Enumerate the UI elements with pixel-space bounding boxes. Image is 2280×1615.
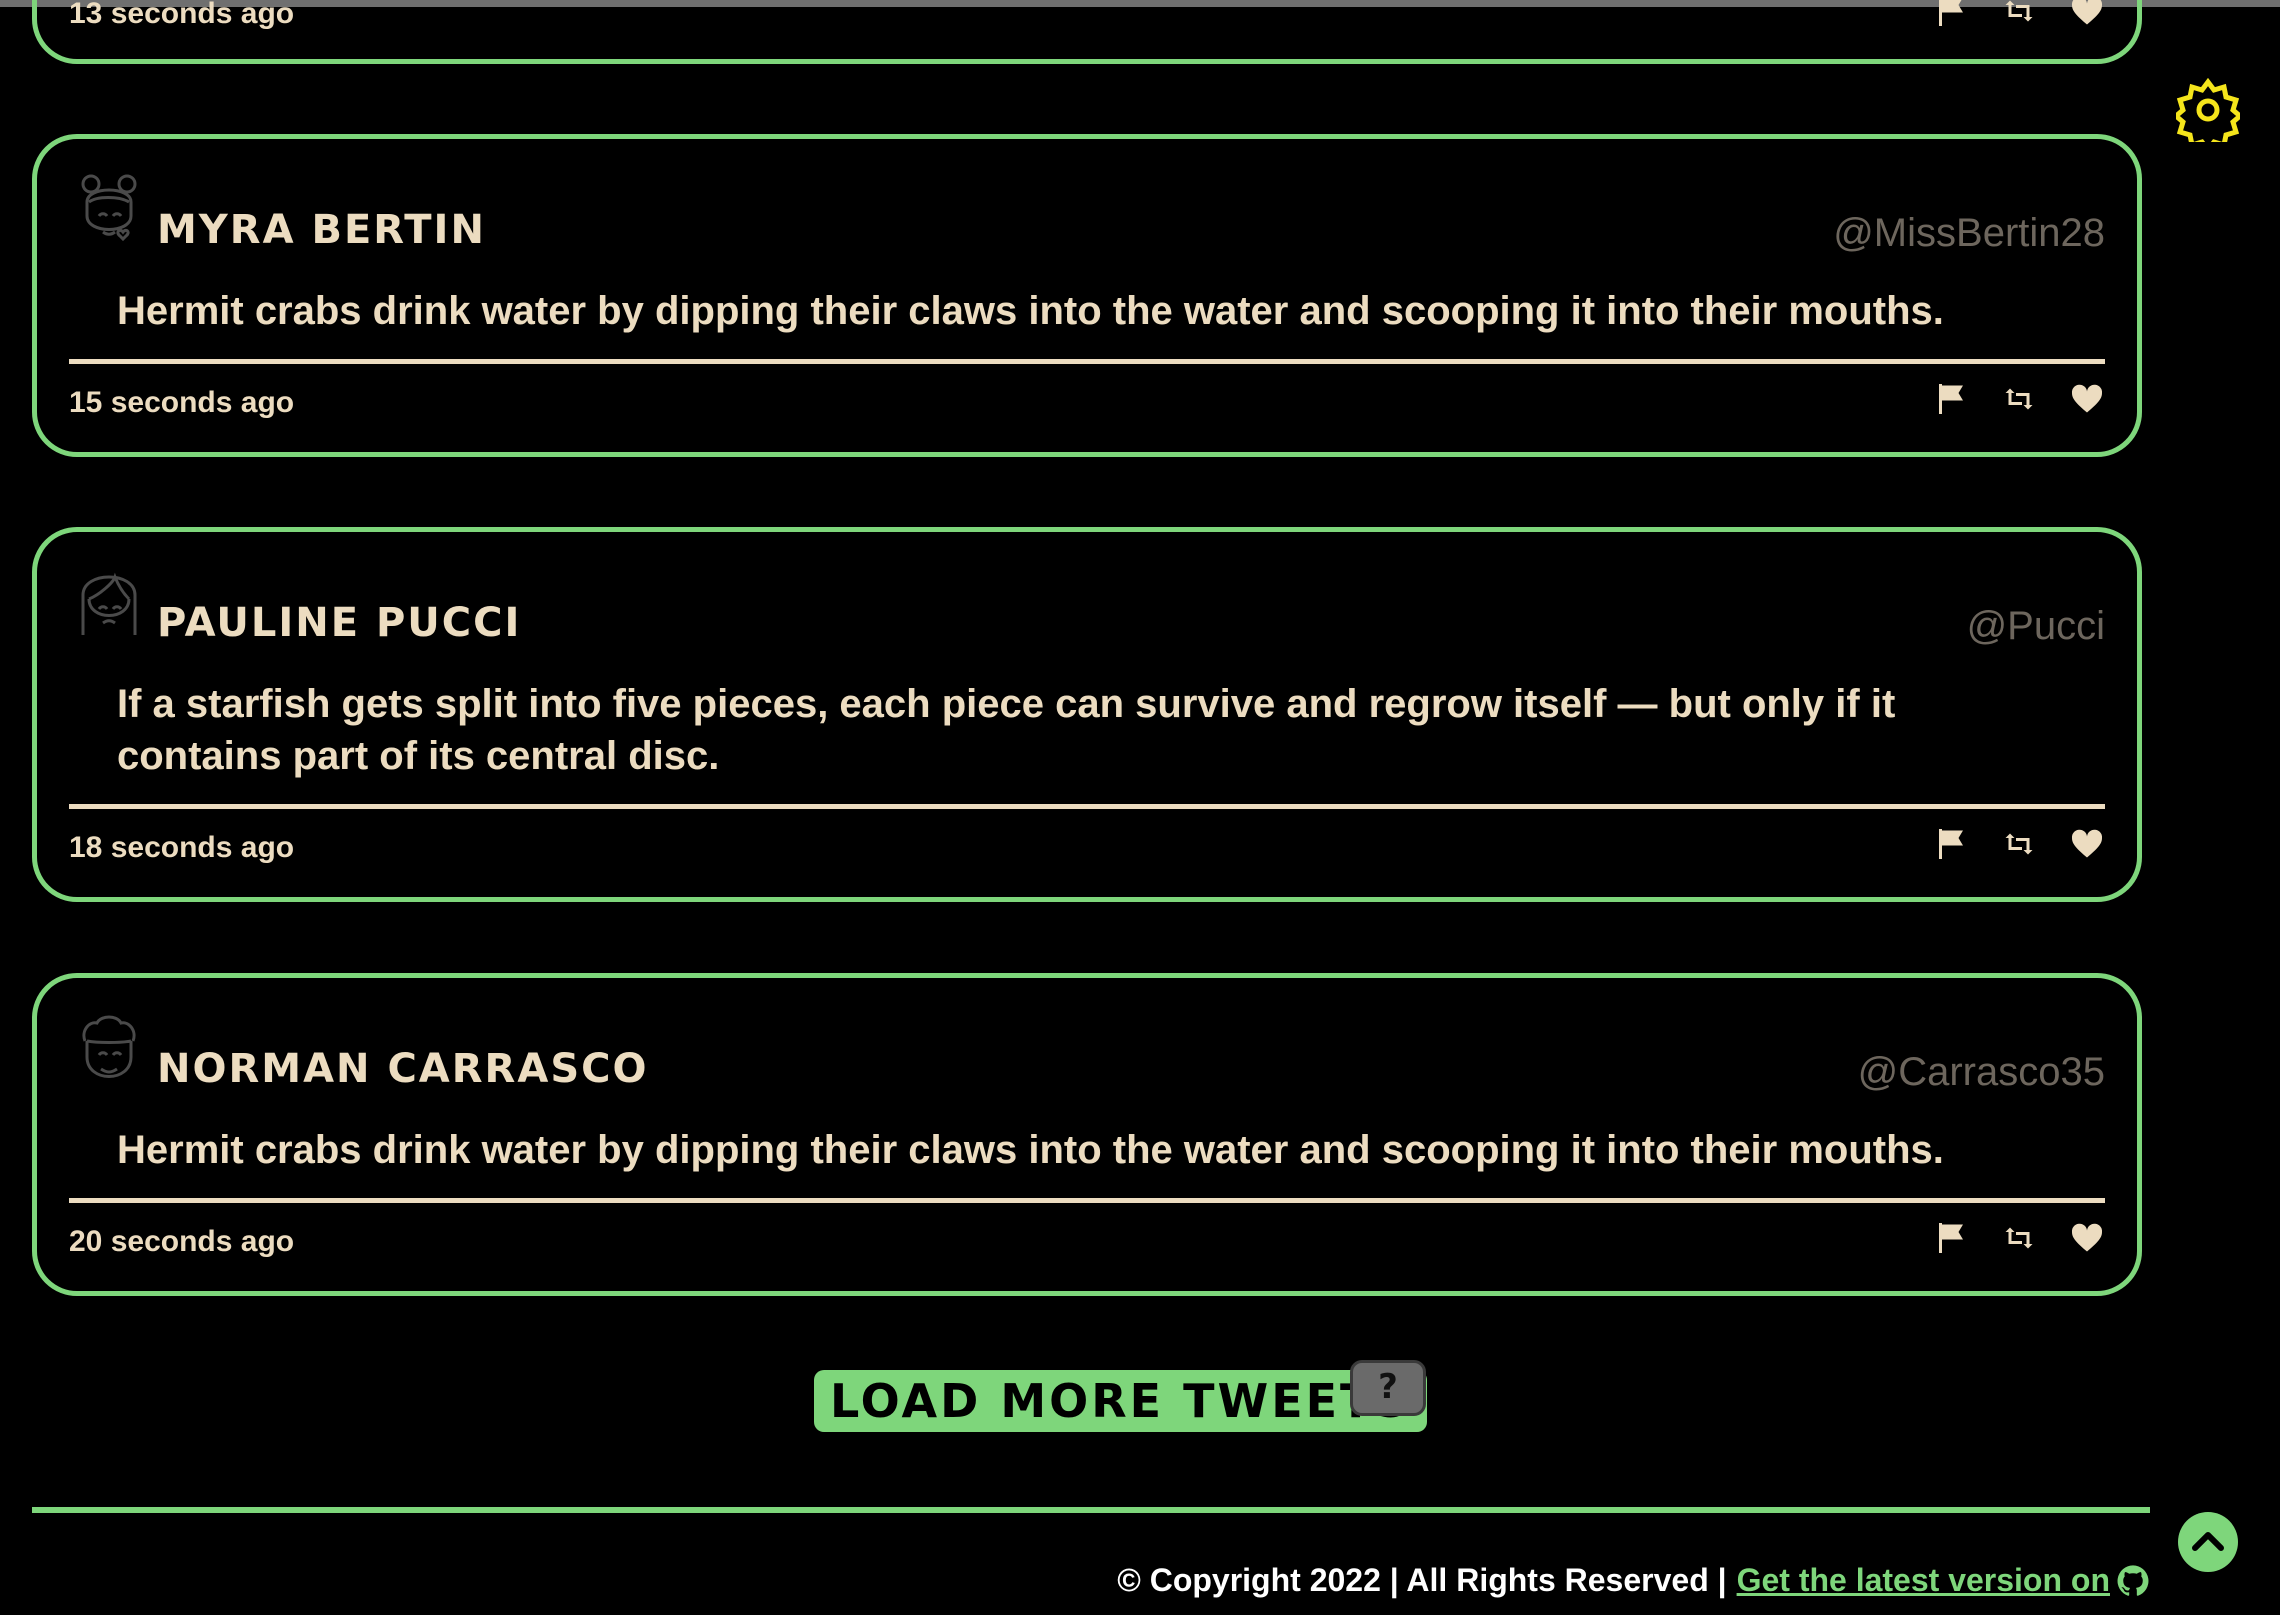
man-curly-avatar-icon <box>82 1015 136 1078</box>
tweet-divider <box>69 1198 2105 1203</box>
tweet-author-handle[interactable]: @Carrasco35 <box>1858 1050 2105 1095</box>
heart-icon[interactable] <box>2069 0 2105 29</box>
tweet-actions <box>1933 381 2105 417</box>
tweet-actions <box>1933 826 2105 862</box>
tweet-time: 18 seconds ago <box>69 831 295 864</box>
tweet-time: 15 seconds ago <box>69 386 295 419</box>
footer-divider <box>32 1507 2150 1513</box>
tweet-card: Pauline Pucci @Pucci If a starfish gets … <box>32 527 2142 902</box>
footer: © Copyright 2022 | All Rights Reserved |… <box>1117 1562 2150 1599</box>
tweet-card-partial: 13 seconds ago <box>32 0 2142 64</box>
load-more-area: Load more tweets ? <box>814 1360 1427 1432</box>
tweet-time: 13 seconds ago <box>69 0 295 30</box>
tweet-author-handle[interactable]: @Pucci <box>1967 604 2105 649</box>
retweet-icon[interactable] <box>2001 826 2037 862</box>
chevron-up-icon <box>2192 1532 2224 1551</box>
flag-icon[interactable] <box>1933 1220 1969 1256</box>
latest-version-link[interactable]: Get the latest version on <box>1737 1562 2110 1599</box>
github-icon[interactable] <box>2116 1564 2150 1598</box>
tweet-text: Hermit crabs drink water by dipping thei… <box>117 1128 1944 1172</box>
heart-icon[interactable] <box>2069 381 2105 417</box>
heart-icon[interactable] <box>2069 1220 2105 1256</box>
flag-icon[interactable] <box>1933 826 1969 862</box>
flag-icon[interactable] <box>1933 0 1969 29</box>
tweet-time: 20 seconds ago <box>69 1225 295 1258</box>
tweet-card: Norman Carrasco @Carrasco35 Hermit crabs… <box>32 973 2142 1296</box>
tweet-author-name: Myra Bertin <box>157 207 486 253</box>
tweet-divider <box>69 359 2105 364</box>
tweet-text: If a starfish gets split into five piece… <box>117 682 1896 778</box>
heart-icon[interactable] <box>2069 826 2105 862</box>
tweet-actions <box>1933 1220 2105 1256</box>
gear-icon[interactable] <box>2176 78 2240 142</box>
copyright-text: © Copyright 2022 | All Rights Reserved | <box>1117 1562 1727 1598</box>
retweet-icon[interactable] <box>2001 381 2037 417</box>
help-badge[interactable]: ? <box>1350 1360 1426 1416</box>
retweet-icon[interactable] <box>2001 0 2037 29</box>
tweet-author-handle[interactable]: @MissBertin28 <box>1833 211 2105 256</box>
load-more-button[interactable]: Load more tweets <box>814 1370 1427 1432</box>
tweet-author-name: Pauline Pucci <box>157 600 522 646</box>
tweet-actions <box>1933 0 2105 29</box>
tweet-text: Hermit crabs drink water by dipping thei… <box>117 289 1944 333</box>
tweet-card: Myra Bertin @MissBertin28 Hermit crabs d… <box>32 134 2142 457</box>
woman-avatar-icon <box>81 572 137 635</box>
flag-icon[interactable] <box>1933 381 1969 417</box>
tweet-divider <box>69 804 2105 809</box>
girl-buns-avatar-icon <box>81 174 137 242</box>
tweet-author-name: Norman Carrasco <box>157 1046 649 1092</box>
retweet-icon[interactable] <box>2001 1220 2037 1256</box>
scroll-to-top-button[interactable] <box>2178 1512 2238 1572</box>
